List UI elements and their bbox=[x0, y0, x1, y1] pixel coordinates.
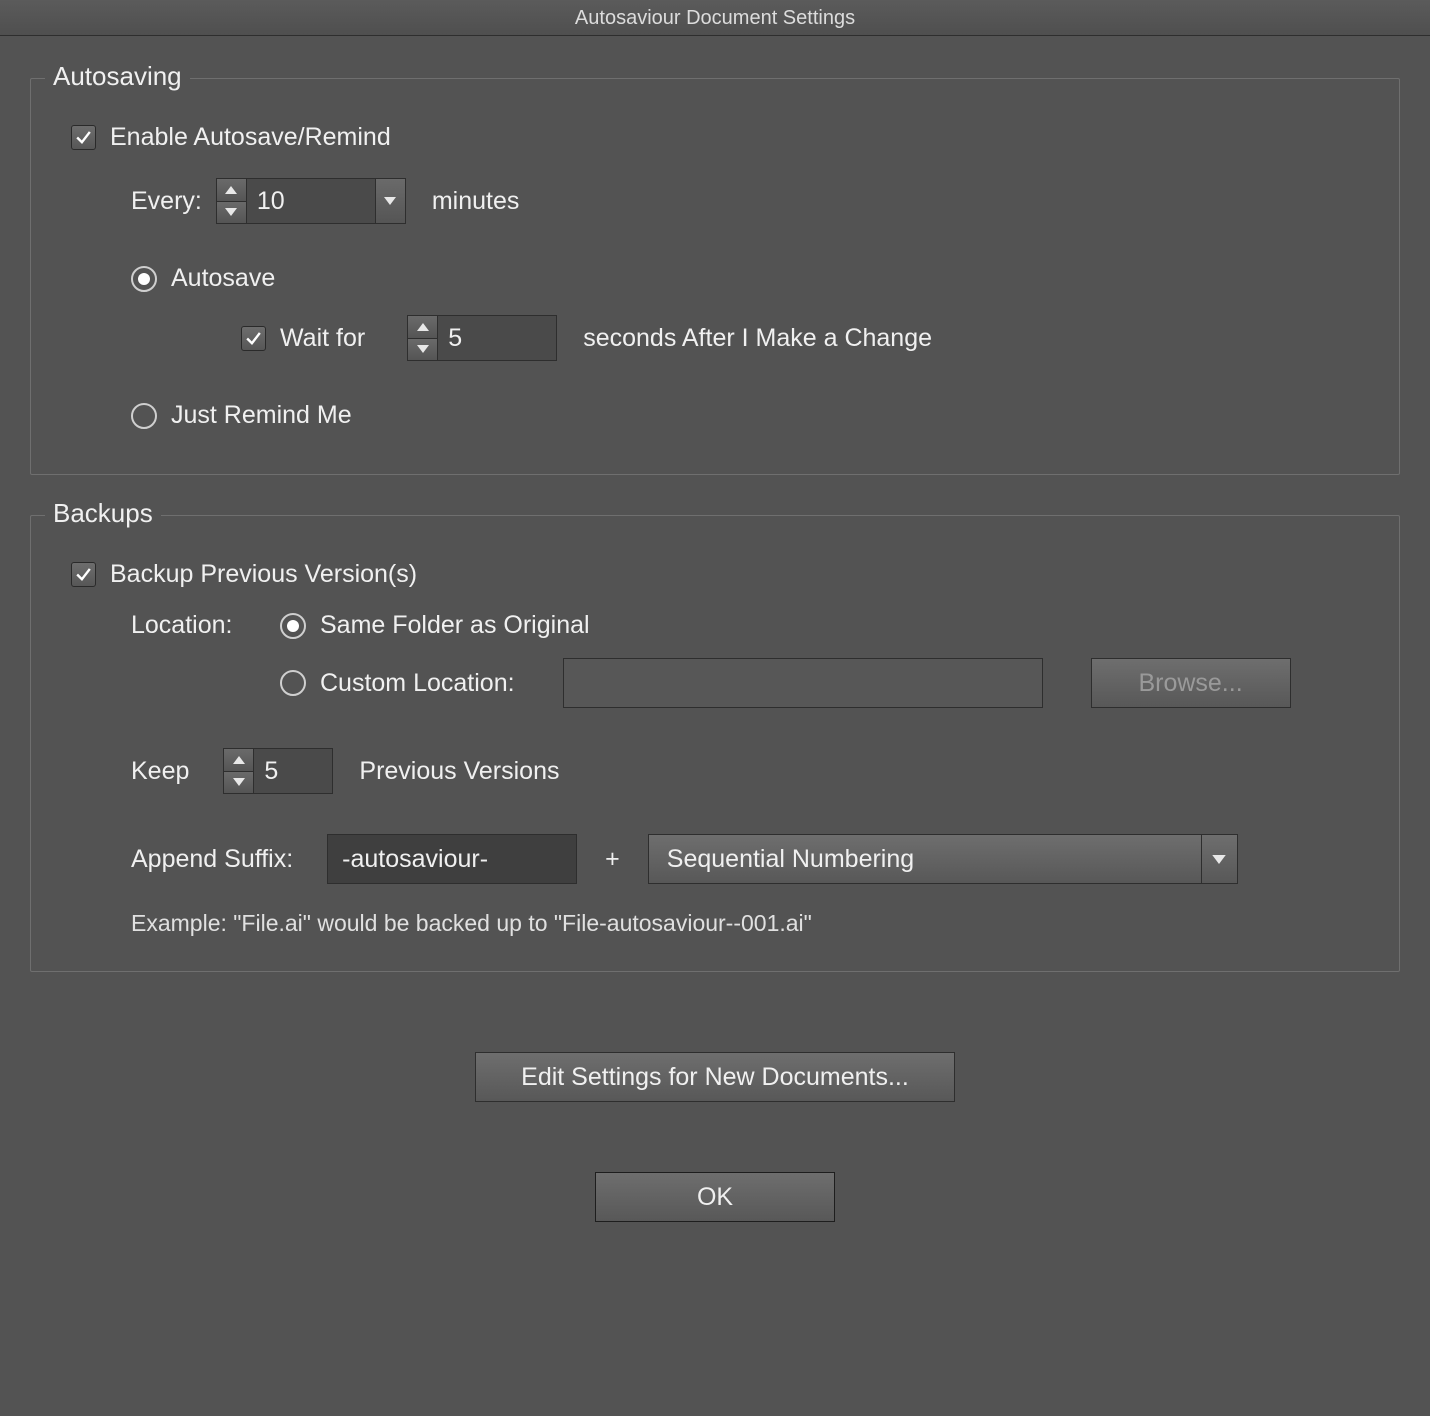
stepper-up-icon[interactable] bbox=[224, 749, 253, 772]
suffix-input[interactable]: -autosaviour- bbox=[327, 834, 577, 884]
enable-autosave-label: Enable Autosave/Remind bbox=[110, 123, 391, 152]
custom-location-radio[interactable] bbox=[280, 670, 306, 696]
wait-label: Wait for bbox=[280, 324, 365, 353]
every-unit: minutes bbox=[432, 187, 520, 216]
wait-value[interactable]: 5 bbox=[438, 316, 556, 360]
example-text: Example: "File.ai" would be backed up to… bbox=[131, 910, 1359, 937]
every-value[interactable]: 10 bbox=[247, 179, 375, 223]
keep-label: Keep bbox=[131, 757, 189, 786]
numbering-dropdown[interactable]: Sequential Numbering bbox=[648, 834, 1238, 884]
stepper-down-icon[interactable] bbox=[408, 339, 437, 361]
numbering-value: Sequential Numbering bbox=[649, 835, 1201, 883]
wait-suffix: seconds After I Make a Change bbox=[583, 324, 932, 353]
every-label: Every: bbox=[131, 187, 202, 216]
backup-checkbox[interactable] bbox=[71, 562, 96, 587]
keep-value[interactable]: 5 bbox=[254, 749, 332, 793]
backups-group: Backups Backup Previous Version(s) Locat… bbox=[30, 515, 1400, 972]
stepper-up-icon[interactable] bbox=[217, 179, 246, 202]
remind-radio-label: Just Remind Me bbox=[171, 401, 352, 430]
browse-button[interactable]: Browse... bbox=[1091, 658, 1291, 708]
wait-stepper[interactable]: 5 bbox=[407, 315, 557, 361]
every-stepper[interactable]: 10 bbox=[216, 178, 406, 224]
edit-new-documents-button[interactable]: Edit Settings for New Documents... bbox=[475, 1052, 955, 1102]
ok-button[interactable]: OK bbox=[595, 1172, 835, 1222]
every-dropdown-icon[interactable] bbox=[375, 179, 405, 223]
wait-checkbox[interactable] bbox=[241, 326, 266, 351]
append-suffix-label: Append Suffix: bbox=[131, 845, 293, 874]
backup-label: Backup Previous Version(s) bbox=[110, 560, 417, 589]
custom-location-label: Custom Location: bbox=[320, 669, 515, 698]
stepper-down-icon[interactable] bbox=[224, 772, 253, 794]
plus-label: + bbox=[591, 845, 634, 874]
autosave-radio[interactable] bbox=[131, 266, 157, 292]
remind-radio[interactable] bbox=[131, 403, 157, 429]
keep-suffix: Previous Versions bbox=[359, 757, 559, 786]
window-title: Autosaviour Document Settings bbox=[0, 0, 1430, 36]
stepper-up-icon[interactable] bbox=[408, 316, 437, 339]
location-label: Location: bbox=[131, 611, 266, 640]
backups-legend: Backups bbox=[45, 498, 161, 529]
chevron-down-icon[interactable] bbox=[1201, 835, 1237, 883]
enable-autosave-checkbox[interactable] bbox=[71, 125, 96, 150]
autosaving-group: Autosaving Enable Autosave/Remind Every:… bbox=[30, 78, 1400, 475]
same-folder-label: Same Folder as Original bbox=[320, 611, 590, 640]
same-folder-radio[interactable] bbox=[280, 613, 306, 639]
autosave-radio-label: Autosave bbox=[171, 264, 275, 293]
custom-location-input[interactable] bbox=[563, 658, 1043, 708]
stepper-down-icon[interactable] bbox=[217, 202, 246, 224]
keep-stepper[interactable]: 5 bbox=[223, 748, 333, 794]
autosaving-legend: Autosaving bbox=[45, 61, 190, 92]
